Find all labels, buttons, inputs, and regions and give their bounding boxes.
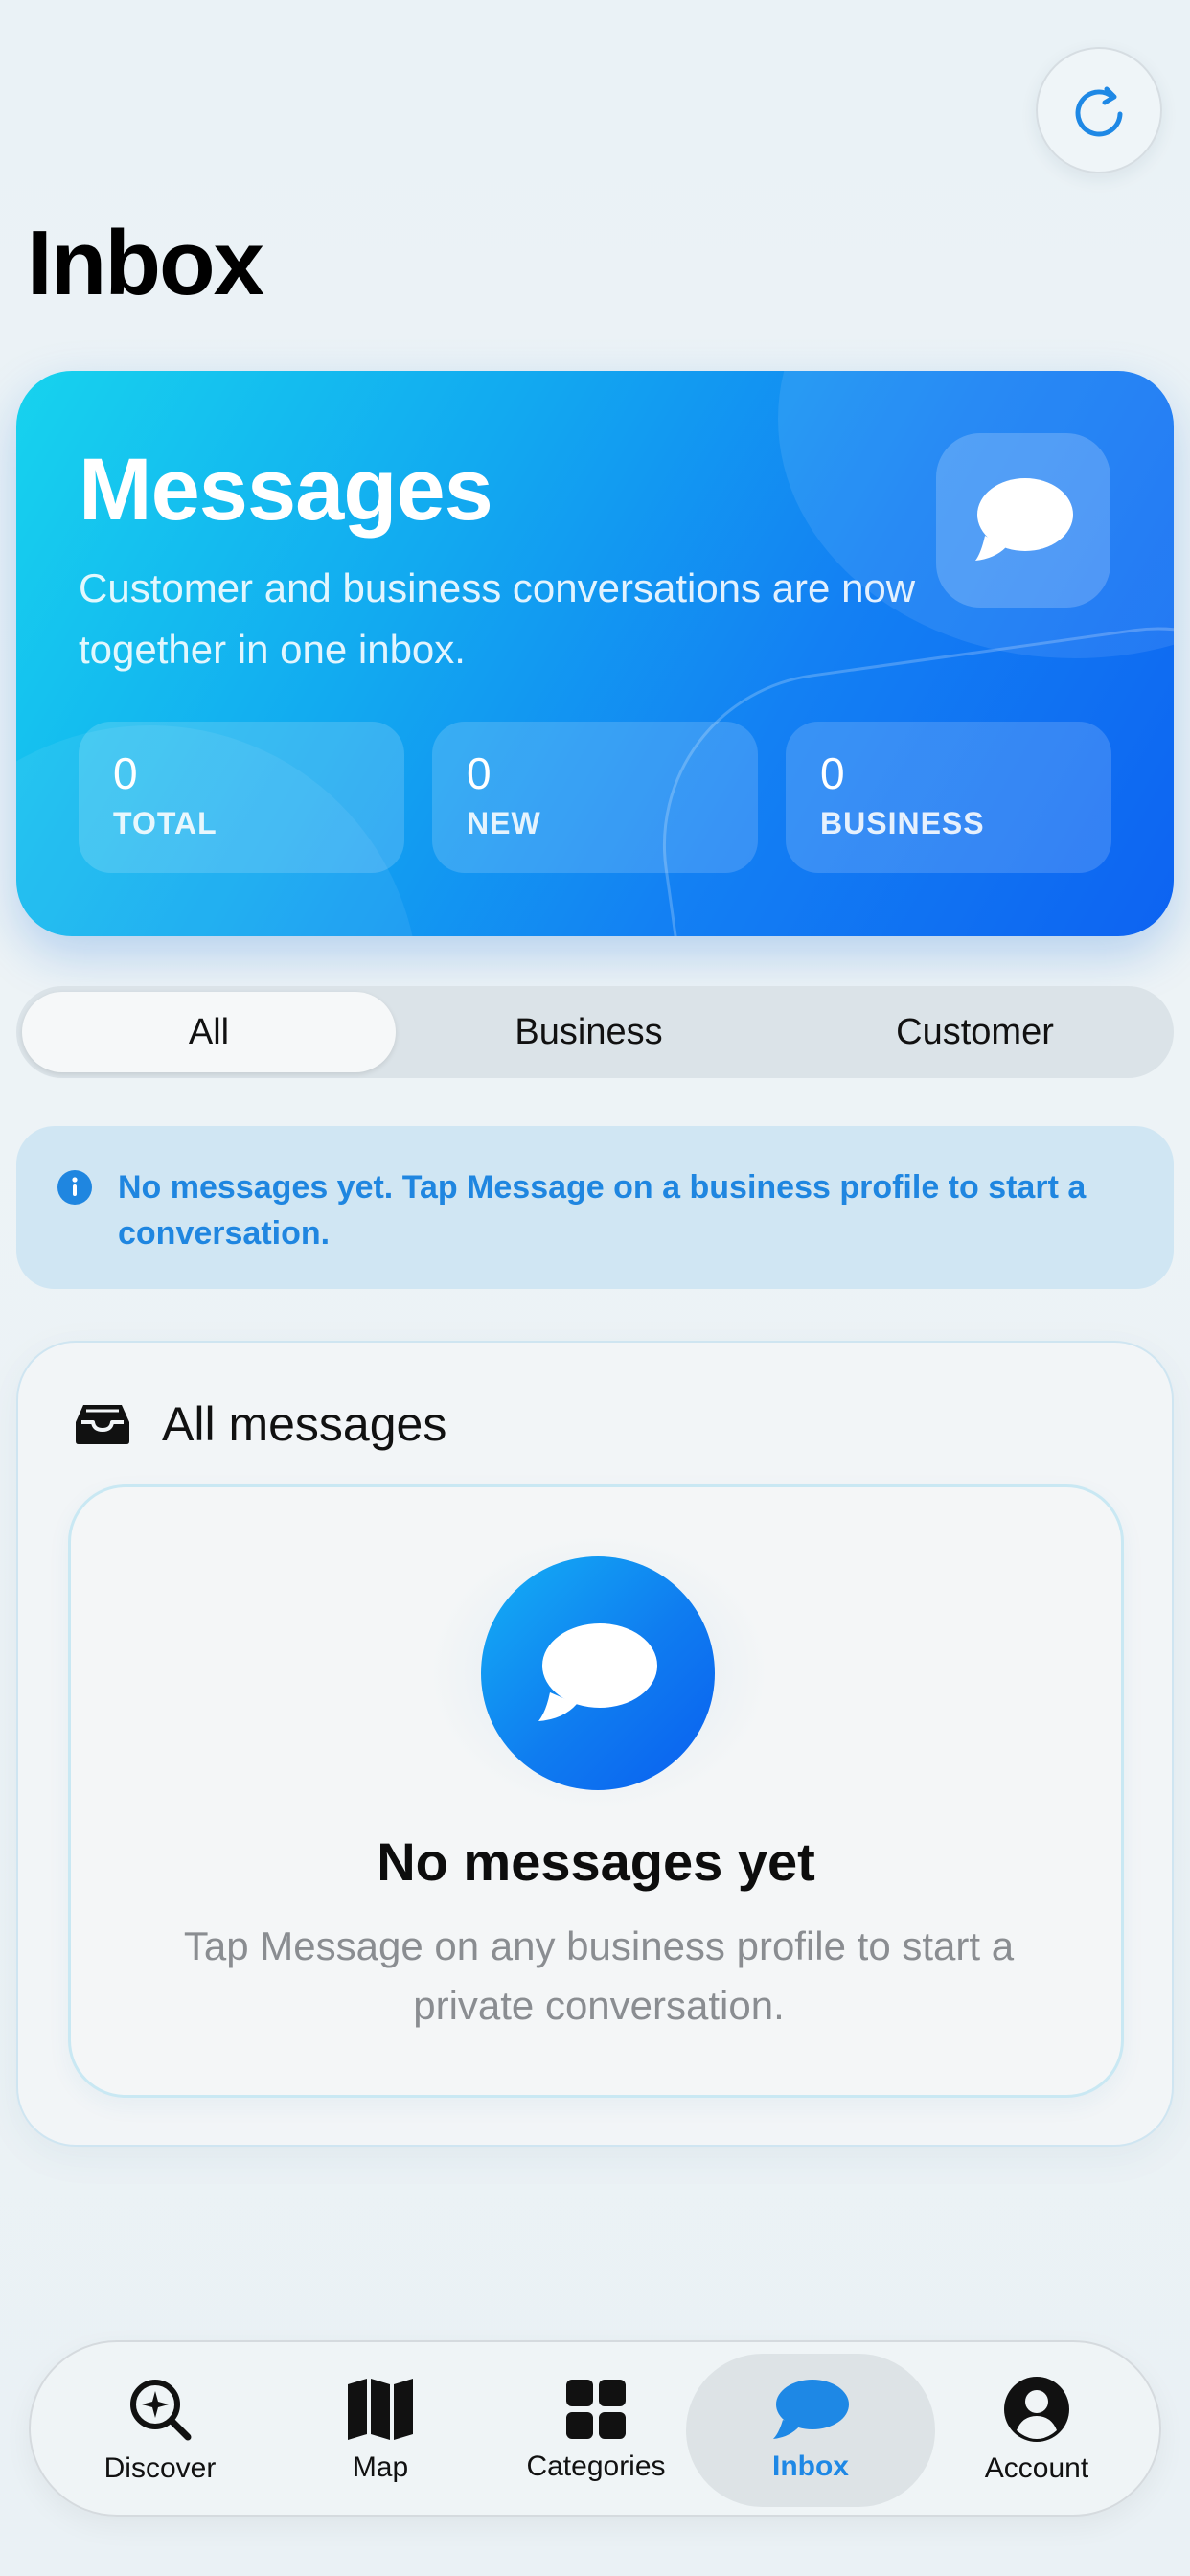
refresh-icon (1075, 86, 1123, 137)
tab-label: Account (984, 2452, 1089, 2484)
account-icon (1004, 2377, 1069, 2442)
tab-label: Inbox (772, 2450, 849, 2482)
all-messages-header: All messages (74, 1396, 446, 1452)
info-banner: No messages yet. Tap Message on a busine… (16, 1126, 1174, 1289)
stat-business: 0 BUSINESS (786, 722, 1111, 873)
info-banner-text: No messages yet. Tap Message on a busine… (118, 1169, 1087, 1252)
segment-business[interactable]: Business (396, 992, 782, 1072)
chat-bubble-icon (538, 1623, 657, 1721)
empty-state-icon-circle (481, 1556, 715, 1790)
tab-label: Categories (526, 2450, 666, 2482)
tab-label: Discover (103, 2452, 217, 2484)
tab-label: Map (352, 2451, 409, 2483)
map-icon (348, 2379, 413, 2440)
hero-chat-icon-box (936, 433, 1110, 608)
tab-discover[interactable]: Discover (69, 2342, 251, 2518)
hero-title: Messages (79, 441, 493, 539)
stat-value: 0 (113, 748, 138, 798)
page-title: Inbox (27, 212, 264, 314)
tab-bar: Discover Map Categories Inbox Account (29, 2340, 1161, 2517)
discover-search-icon (130, 2380, 192, 2441)
filter-segmented-control: All Business Customer (16, 986, 1174, 1078)
tab-inbox[interactable]: Inbox (724, 2342, 897, 2518)
tab-categories[interactable]: Categories (510, 2342, 682, 2518)
empty-state-subtitle: Tap Message on any business profile to s… (183, 1923, 1015, 2028)
chat-bubble-icon (975, 478, 1073, 561)
messages-hero-card: Messages Customer and business conversat… (16, 371, 1174, 936)
all-messages-title: All messages (162, 1397, 447, 1451)
segment-all[interactable]: All (22, 992, 396, 1072)
grid-icon (566, 2380, 626, 2439)
stat-label: TOTAL (113, 806, 217, 840)
stat-new: 0 NEW (432, 722, 758, 873)
stat-value: 0 (820, 748, 845, 798)
inbox-tray-icon (76, 1405, 129, 1444)
chat-bubble-icon (773, 2380, 849, 2439)
tab-map[interactable]: Map (318, 2342, 443, 2518)
info-icon (57, 1170, 92, 1205)
stat-label: BUSINESS (820, 806, 985, 840)
stat-total: 0 TOTAL (79, 722, 404, 873)
hero-subtitle: Customer and business conversations are … (79, 565, 916, 672)
refresh-button[interactable] (1036, 47, 1162, 173)
stat-label: NEW (467, 806, 541, 840)
segment-customer[interactable]: Customer (782, 992, 1168, 1072)
all-messages-card: All messages No messages yet Tap Message… (16, 1341, 1174, 2147)
empty-state: No messages yet Tap Message on any busin… (68, 1484, 1124, 2098)
stat-value: 0 (467, 748, 492, 798)
tab-account[interactable]: Account (950, 2342, 1123, 2518)
empty-state-title: No messages yet (377, 1831, 815, 1892)
